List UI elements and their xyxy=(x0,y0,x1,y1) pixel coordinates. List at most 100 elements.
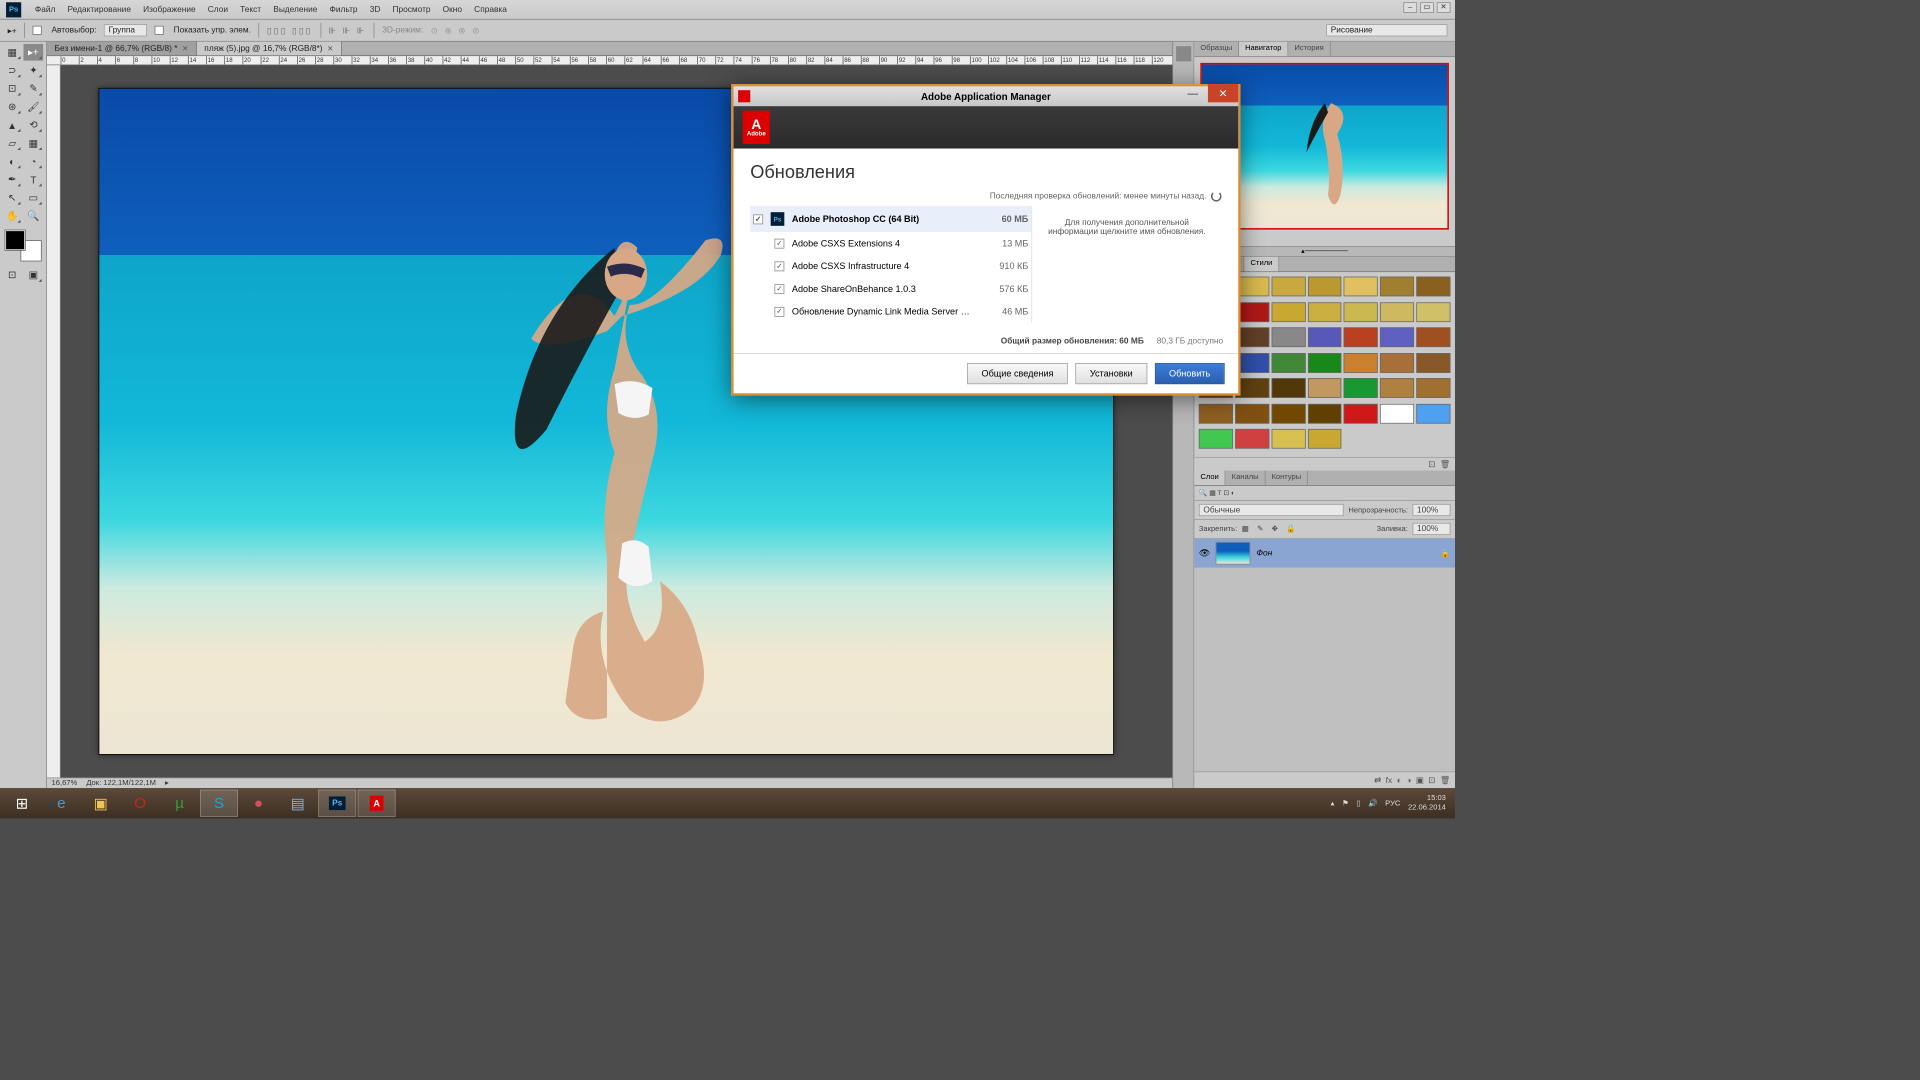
style-swatch[interactable] xyxy=(1199,429,1233,449)
link-layers-icon[interactable]: ⇄ xyxy=(1374,775,1381,785)
menu-фильтр[interactable]: Фильтр xyxy=(323,2,363,17)
hand-tool[interactable]: ✋ xyxy=(2,208,22,225)
style-swatch[interactable] xyxy=(1416,277,1450,297)
layer-thumbnail[interactable] xyxy=(1216,542,1251,565)
zoom-level[interactable]: 16,67% xyxy=(52,779,78,787)
path-tool[interactable]: ↖ xyxy=(2,189,22,206)
opera-icon[interactable]: O xyxy=(121,790,159,817)
show-controls-checkbox[interactable] xyxy=(155,26,164,35)
style-swatch[interactable] xyxy=(1308,277,1342,297)
type-tool[interactable]: T xyxy=(23,171,43,188)
style-swatch[interactable] xyxy=(1380,327,1414,347)
foreground-color-swatch[interactable] xyxy=(5,230,25,250)
tray-arrow-icon[interactable]: ▴ xyxy=(1331,799,1335,807)
style-swatch[interactable] xyxy=(1416,404,1450,424)
style-swatch[interactable] xyxy=(1344,353,1378,373)
adobe-taskbar-icon[interactable]: A xyxy=(358,790,396,817)
style-swatch[interactable] xyxy=(1271,378,1305,398)
align-icons[interactable]: ▯▯▯ ▯▯▯ xyxy=(267,25,313,35)
refresh-icon[interactable] xyxy=(1211,191,1222,202)
crop-tool[interactable]: ⊡ xyxy=(2,80,22,97)
color-swatches[interactable] xyxy=(2,230,44,260)
style-swatch[interactable] xyxy=(1199,404,1233,424)
style-swatch[interactable] xyxy=(1416,353,1450,373)
shape-tool[interactable]: ▭ xyxy=(23,189,43,206)
blend-mode-dropdown[interactable]: Обычные xyxy=(1199,504,1344,516)
style-swatch[interactable] xyxy=(1271,327,1305,347)
pen-tool[interactable]: ✒ xyxy=(2,171,22,188)
aam-close-button[interactable]: ✕ xyxy=(1208,84,1238,102)
menu-просмотр[interactable]: Просмотр xyxy=(386,2,436,17)
menu-текст[interactable]: Текст xyxy=(234,2,267,17)
style-swatch[interactable] xyxy=(1416,302,1450,322)
panel-tab-Стили[interactable]: Стили xyxy=(1244,257,1279,271)
style-swatch[interactable] xyxy=(1380,378,1414,398)
minimize-button[interactable]: – xyxy=(1403,2,1417,13)
menu-изображение[interactable]: Изображение xyxy=(137,2,202,17)
aam-minimize-button[interactable]: — xyxy=(1178,84,1208,102)
style-swatch[interactable] xyxy=(1308,404,1342,424)
update-checkbox[interactable] xyxy=(774,238,784,248)
details-button[interactable]: Общие сведения xyxy=(967,363,1068,384)
opacity-input[interactable]: 100% xyxy=(1412,504,1450,516)
notepad-icon[interactable]: ▤ xyxy=(279,790,317,817)
adjustment-icon[interactable]: ◑ xyxy=(1406,776,1411,785)
style-swatch[interactable] xyxy=(1235,429,1269,449)
quickmask-tool[interactable]: ⊡ xyxy=(2,267,22,284)
menu-выделение[interactable]: Выделение xyxy=(267,2,323,17)
collapsed-panel-icon[interactable] xyxy=(1176,46,1191,61)
utorrent-icon[interactable]: µ xyxy=(161,790,199,817)
auto-select-checkbox[interactable] xyxy=(33,26,42,35)
style-swatch[interactable] xyxy=(1235,404,1269,424)
magic-wand-tool[interactable]: ✦ xyxy=(23,62,43,79)
lock-icons[interactable]: ▦ ✎ ✥ 🔒 xyxy=(1242,525,1299,533)
skype-icon[interactable]: S xyxy=(200,790,238,817)
menu-слои[interactable]: Слои xyxy=(202,2,234,17)
style-swatch[interactable] xyxy=(1308,327,1342,347)
healing-tool[interactable]: ⊛ xyxy=(2,99,22,116)
tray-clock[interactable]: 15:03 22.06.2014 xyxy=(1408,794,1446,812)
close-tab-icon[interactable]: ✕ xyxy=(327,44,333,52)
tray-volume-icon[interactable]: 🔊 xyxy=(1368,799,1377,807)
panel-tab-Навигатор[interactable]: Навигатор xyxy=(1239,42,1288,56)
fill-input[interactable]: 100% xyxy=(1412,523,1450,535)
panel-tab-Контуры[interactable]: Контуры xyxy=(1265,471,1308,485)
menu-окно[interactable]: Окно xyxy=(437,2,468,17)
style-swatch[interactable] xyxy=(1380,404,1414,424)
style-swatch[interactable] xyxy=(1380,353,1414,373)
style-swatch[interactable] xyxy=(1380,277,1414,297)
style-swatch[interactable] xyxy=(1308,429,1342,449)
eraser-tool[interactable]: ▱ xyxy=(2,135,22,152)
aam-titlebar[interactable]: Adobe Application Manager — ✕ xyxy=(734,86,1239,106)
delete-layer-icon[interactable]: 🗑 xyxy=(1440,775,1451,785)
tray-flag-icon[interactable]: ⚑ xyxy=(1342,799,1349,807)
new-style-icon[interactable]: ⊡ xyxy=(1428,459,1435,469)
style-swatch[interactable] xyxy=(1271,277,1305,297)
panel-tab-История[interactable]: История xyxy=(1288,42,1330,56)
update-row[interactable]: Adobe ShareOnBehance 1.0.3576 КБ xyxy=(750,277,1031,300)
screenmode-tool[interactable]: ▣ xyxy=(23,267,43,284)
panel-tab-Образцы[interactable]: Образцы xyxy=(1194,42,1239,56)
style-swatch[interactable] xyxy=(1271,404,1305,424)
style-swatch[interactable] xyxy=(1416,327,1450,347)
visibility-icon[interactable]: 👁 xyxy=(1199,548,1210,559)
style-swatch[interactable] xyxy=(1344,404,1378,424)
menu-файл[interactable]: Файл xyxy=(29,2,62,17)
menu-редактирование[interactable]: Редактирование xyxy=(61,2,137,17)
document-tab[interactable]: Без имени-1 @ 66,7% (RGB/8) *✕ xyxy=(47,42,197,56)
menu-справка[interactable]: Справка xyxy=(468,2,513,17)
delete-style-icon[interactable]: 🗑 xyxy=(1440,459,1451,469)
move-tool-active[interactable]: ▸+ xyxy=(23,44,43,61)
style-swatch[interactable] xyxy=(1344,378,1378,398)
photoshop-taskbar-icon[interactable]: Ps xyxy=(318,790,356,817)
close-button[interactable]: ✕ xyxy=(1437,2,1451,13)
layer-filter-icons[interactable]: 🔍 ▦ T ⊡ ◐ xyxy=(1199,489,1235,497)
style-swatch[interactable] xyxy=(1308,302,1342,322)
settings-button[interactable]: Установки xyxy=(1075,363,1147,384)
status-arrow-icon[interactable]: ▸ xyxy=(165,779,169,787)
style-swatch[interactable] xyxy=(1271,429,1305,449)
style-swatch[interactable] xyxy=(1344,302,1378,322)
blur-tool[interactable]: ◐ xyxy=(2,153,22,170)
style-swatch[interactable] xyxy=(1344,327,1378,347)
update-row[interactable]: Adobe CSXS Infrastructure 4910 КБ xyxy=(750,255,1031,278)
